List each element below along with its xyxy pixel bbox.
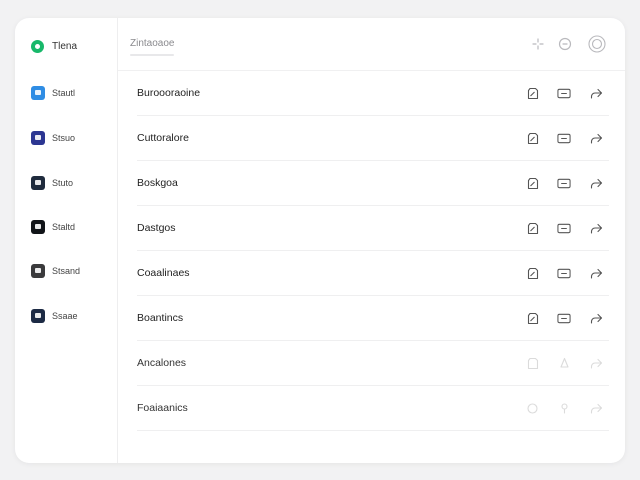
list-item[interactable]: Buroooraoine [137, 71, 609, 116]
message-icon[interactable] [557, 131, 571, 145]
message-icon[interactable] [557, 86, 571, 100]
list-item-label: Cuttoralore [137, 132, 189, 144]
edit-icon[interactable] [525, 401, 539, 415]
brand-label: Tlena [52, 40, 78, 52]
list-item-label: Ancalones [137, 357, 187, 369]
list-item[interactable]: Foaiaanics [137, 386, 609, 431]
list-item[interactable]: Ancalones [137, 341, 609, 386]
sidebar-item-1[interactable]: Stautl [31, 85, 75, 101]
sidebar-item-4[interactable]: Staltd [31, 219, 75, 235]
page-title: Zintaoaoe [130, 38, 175, 49]
list-item-label: Coaalinaes [137, 267, 190, 279]
item-list: Buroooraoine Cuttoralore Boskgoa Dastgos… [137, 71, 609, 431]
square-app-icon [31, 176, 45, 190]
message-icon[interactable] [557, 176, 571, 190]
square-app-icon [31, 220, 45, 234]
info-circle-icon[interactable] [558, 37, 572, 51]
square-app-icon [31, 309, 45, 323]
sidebar-item-2[interactable]: Stsuo [31, 130, 75, 146]
list-item-label: Boantincs [137, 312, 184, 324]
message-icon[interactable] [557, 266, 571, 280]
sidebar-item-label: Ssaae [52, 311, 78, 321]
edit-icon[interactable] [525, 176, 539, 190]
brand-logo-icon [31, 39, 44, 53]
list-item-label: Dastgos [137, 222, 176, 234]
share-icon[interactable] [589, 311, 603, 325]
row-actions [525, 221, 609, 235]
share-icon[interactable] [589, 221, 603, 235]
message-icon[interactable] [557, 356, 571, 370]
move-icon[interactable] [531, 37, 545, 51]
edit-icon[interactable] [525, 221, 539, 235]
user-circle-icon[interactable] [588, 35, 606, 53]
list-item[interactable]: Cuttoralore [137, 116, 609, 161]
edit-icon[interactable] [525, 131, 539, 145]
square-app-icon [31, 131, 45, 145]
list-item[interactable]: Dastgos [137, 206, 609, 251]
share-icon[interactable] [589, 86, 603, 100]
app-window: Tlena Stautl Stsuo Stuto Staltd Stsand S… [15, 18, 625, 463]
list-item-label: Foaiaanics [137, 402, 188, 414]
edit-icon[interactable] [525, 311, 539, 325]
share-icon[interactable] [589, 131, 603, 145]
sidebar-item-label: Stautl [52, 88, 76, 98]
list-item-label: Buroooraoine [137, 87, 201, 99]
list-item[interactable]: Boskgoa [137, 161, 609, 206]
main-content: Zintaoaoe Buroooraoine Cuttoralore Boskg… [118, 18, 625, 463]
sidebar-item-label: Stsand [52, 266, 81, 276]
square-app-icon [31, 264, 45, 278]
edit-icon[interactable] [525, 266, 539, 280]
list-item[interactable]: Coaalinaes [137, 251, 609, 296]
row-actions [525, 401, 609, 415]
row-actions [525, 131, 609, 145]
list-item[interactable]: Boantincs [137, 296, 609, 341]
header: Zintaoaoe [118, 18, 625, 71]
list-item-label: Boskgoa [137, 177, 178, 189]
message-icon[interactable] [557, 221, 571, 235]
sidebar-item-label: Stsuo [52, 133, 76, 143]
sidebar-item-label: Staltd [52, 222, 76, 232]
message-icon[interactable] [557, 311, 571, 325]
share-icon[interactable] [589, 401, 603, 415]
row-actions [525, 86, 609, 100]
row-actions [525, 266, 609, 280]
sidebar-item-5[interactable]: Stsand [31, 263, 80, 279]
brand[interactable]: Tlena [31, 38, 77, 54]
message-icon[interactable] [557, 401, 571, 415]
sidebar-item-label: Stuto [52, 178, 74, 188]
row-actions [525, 311, 609, 325]
edit-icon[interactable] [525, 356, 539, 370]
row-actions [525, 356, 609, 370]
sidebar-item-6[interactable]: Ssaae [31, 308, 78, 324]
share-icon[interactable] [589, 356, 603, 370]
share-icon[interactable] [589, 176, 603, 190]
row-actions [525, 176, 609, 190]
sidebar: Tlena Stautl Stsuo Stuto Staltd Stsand S… [15, 18, 118, 463]
share-icon[interactable] [589, 266, 603, 280]
title-underline [130, 54, 174, 56]
edit-icon[interactable] [525, 86, 539, 100]
square-app-icon [31, 86, 45, 100]
sidebar-item-3[interactable]: Stuto [31, 175, 73, 191]
